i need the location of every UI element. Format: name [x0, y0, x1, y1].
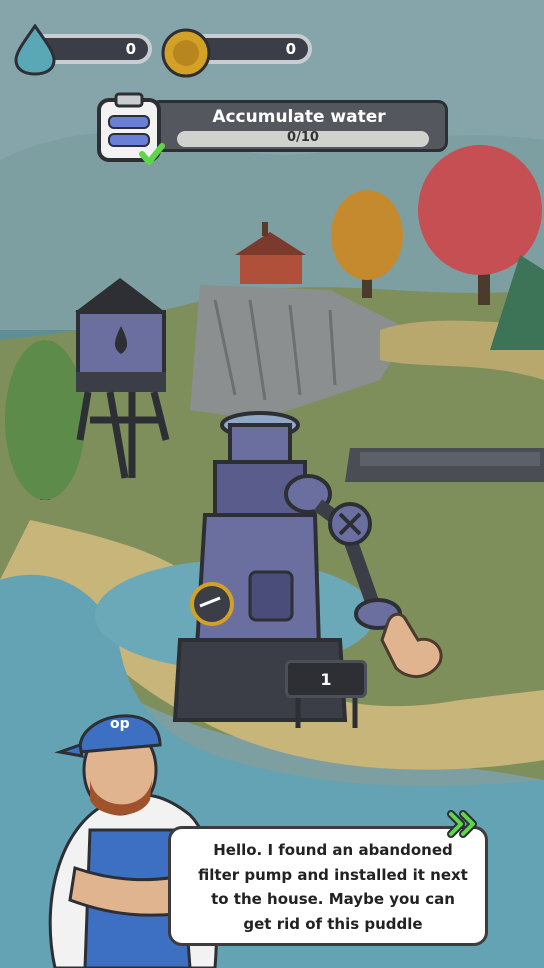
- clipboard-check-icon: [97, 92, 165, 165]
- coin-icon: [161, 28, 211, 78]
- dialog-text: Hello. I found an abandoned filter pump …: [198, 841, 468, 933]
- dialog-box[interactable]: Hello. I found an abandoned filter pump …: [168, 826, 488, 946]
- pressure-gauge-icon: [190, 582, 234, 626]
- task-panel[interactable]: Accumulate water 0/10: [150, 100, 448, 152]
- water-count: 0: [125, 40, 136, 58]
- coin-count: 0: [285, 40, 296, 58]
- green-tree: [5, 340, 85, 500]
- task-progress-text: 0/10: [287, 130, 319, 145]
- water-drop-icon: [14, 24, 56, 76]
- task-progress-bar: 0/10: [177, 130, 429, 147]
- double-chevron-right-icon[interactable]: [447, 808, 479, 840]
- dock: [345, 448, 544, 482]
- svg-text:op: op: [110, 716, 130, 732]
- task-title: Accumulate water: [212, 107, 386, 127]
- pump-counter-sign: 1: [285, 660, 367, 698]
- pump-counter-value: 1: [320, 670, 332, 689]
